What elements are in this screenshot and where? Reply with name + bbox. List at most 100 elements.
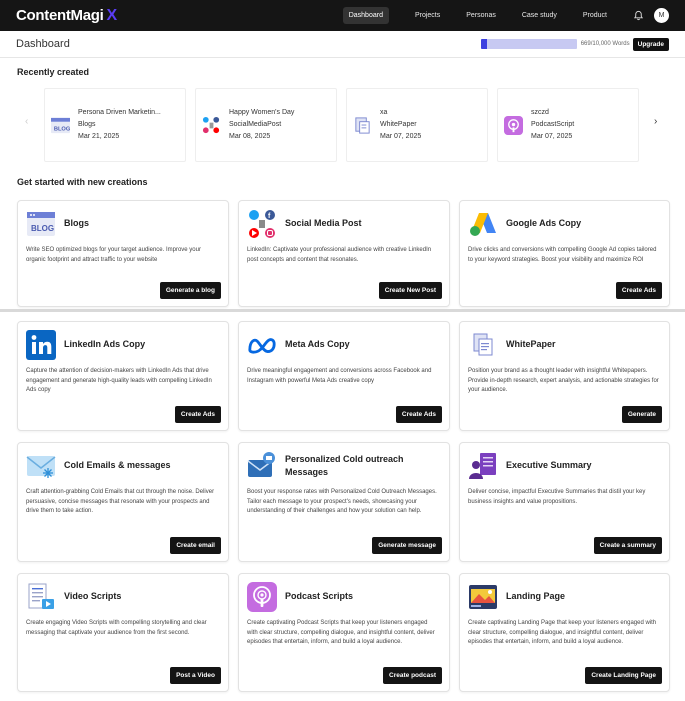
recent-item[interactable]: szczd PodcastScript Mar 07, 2025 — [497, 88, 639, 162]
creation-card-cold-emails[interactable]: Cold Emails & messages Craft attention-g… — [17, 442, 229, 562]
recent-item-type: Blogs — [78, 121, 96, 128]
card-description: Craft attention-grabbing Cold Emails tha… — [26, 489, 215, 514]
card-title: Podcast Scripts — [285, 591, 354, 601]
recent-item-name: Persona Driven Marketin... — [78, 109, 161, 116]
nav-dashboard[interactable]: Dashboard — [342, 7, 389, 24]
social-media-icon — [202, 116, 221, 135]
create-meta-ads-button[interactable]: Create Ads — [395, 406, 442, 423]
create-linkedin-ads-button[interactable]: Create Ads — [174, 406, 221, 423]
google-ads-icon — [468, 209, 498, 239]
card-description: Drive meaningful engagement and conversi… — [247, 368, 432, 384]
card-title: Cold Emails & messages — [64, 460, 171, 470]
nav-projects[interactable]: Projects — [415, 7, 440, 24]
creation-card-video-scripts[interactable]: Video Scripts Create engaging Video Scri… — [17, 573, 229, 692]
recent-item-date: Mar 21, 2025 — [78, 133, 120, 140]
create-post-button[interactable]: Create New Post — [378, 282, 442, 299]
recent-item[interactable]: Happy Women's Day SocialMediaPost Mar 08… — [195, 88, 337, 162]
recent-item-date: Mar 07, 2025 — [380, 133, 422, 140]
executive-summary-icon — [468, 451, 498, 481]
logo-x-mark: X — [106, 6, 118, 24]
recent-item-name: xa — [380, 109, 388, 116]
usage-progress-fill — [480, 39, 488, 49]
social-media-icon: f — [247, 209, 277, 239]
card-description: Create captivating Landing Page that kee… — [468, 620, 657, 645]
create-landing-page-button[interactable]: Create Landing Page — [585, 667, 662, 684]
creations-title: Get started with new creations — [17, 177, 148, 187]
meta-icon — [247, 330, 277, 360]
creation-card-cold-outreach[interactable]: Personalized Cold outreach Messages Boos… — [238, 442, 450, 562]
nav-case-study[interactable]: Case study — [522, 7, 557, 24]
blog-icon: BLOG — [51, 116, 70, 135]
card-title: Personalized Cold outreach Messages — [285, 454, 404, 477]
nav-product[interactable]: Product — [583, 7, 607, 24]
recent-carousel: ‹ BLOG Persona Driven Marketin... Blogs … — [17, 88, 669, 162]
upgrade-button[interactable]: Upgrade — [632, 37, 669, 51]
recent-item-date: Mar 07, 2025 — [531, 133, 573, 140]
avatar[interactable]: M — [654, 8, 669, 23]
card-description: Write SEO optimized blogs for your targe… — [26, 247, 201, 263]
creation-card-whitepaper[interactable]: WhitePaper Position your brand as a thou… — [459, 321, 670, 431]
create-email-button[interactable]: Create email — [170, 537, 221, 554]
cold-email-icon — [26, 451, 56, 481]
card-description: Create engaging Video Scripts with compe… — [26, 620, 207, 636]
podcast-icon — [504, 115, 523, 135]
creation-card-blogs[interactable]: BLOG Blogs Write SEO optimized blogs for… — [17, 200, 229, 307]
recent-item-type: WhitePaper — [380, 121, 417, 128]
word-usage: 669/10,000 Words Upgrade — [480, 37, 669, 51]
post-video-button[interactable]: Post a Video — [170, 667, 221, 684]
blog-icon: BLOG — [26, 209, 56, 239]
card-title: Meta Ads Copy — [285, 339, 350, 349]
card-description: Deliver concise, impactful Executive Sum… — [468, 489, 646, 505]
carousel-prev-icon[interactable]: ‹ — [25, 116, 28, 127]
recent-item-type: SocialMediaPost — [229, 121, 282, 128]
creation-card-linkedin-ads[interactable]: LinkedIn Ads Copy Capture the attention … — [17, 321, 229, 431]
logo[interactable]: ContentMagi X — [16, 7, 117, 25]
card-title: Social Media Post — [285, 218, 362, 228]
card-description: Drive clicks and conversions with compel… — [468, 247, 657, 263]
carousel-next-icon[interactable]: › — [654, 116, 657, 127]
create-summary-button[interactable]: Create a summary — [593, 537, 662, 554]
card-title: Landing Page — [506, 591, 566, 601]
divider — [0, 309, 685, 312]
generate-blog-button[interactable]: Generate a blog — [159, 282, 221, 299]
svg-text:BLOG: BLOG — [31, 224, 54, 233]
create-google-ads-button[interactable]: Create Ads — [615, 282, 662, 299]
usage-text: 669/10,000 Words — [580, 41, 630, 47]
recent-item-type: PodcastScript — [531, 121, 575, 128]
top-nav: ContentMagi X Dashboard Projects Persona… — [0, 0, 685, 31]
card-title: Video Scripts — [64, 591, 122, 601]
card-description: LinkedIn: Captivate your professional au… — [247, 247, 432, 263]
linkedin-icon — [26, 330, 56, 360]
whitepaper-icon — [353, 116, 372, 135]
landing-page-icon — [468, 582, 498, 612]
nav-personas[interactable]: Personas — [466, 7, 496, 24]
creation-card-social-media-post[interactable]: f Social Media Post LinkedIn: Captivate … — [238, 200, 450, 307]
podcast-icon — [247, 582, 277, 612]
creation-card-meta-ads[interactable]: Meta Ads Copy Drive meaningful engagemen… — [238, 321, 450, 431]
creation-card-podcast-scripts[interactable]: Podcast Scripts Create captivating Podca… — [238, 573, 450, 692]
generate-whitepaper-button[interactable]: Generate — [621, 406, 662, 423]
svg-text:BLOG: BLOG — [54, 126, 70, 132]
creation-card-google-ads[interactable]: Google Ads Copy Drive clicks and convers… — [459, 200, 670, 307]
bell-icon[interactable] — [633, 10, 644, 21]
card-title: LinkedIn Ads Copy — [64, 339, 146, 349]
recently-created-title: Recently created — [17, 67, 90, 77]
page-title: Dashboard — [16, 38, 70, 50]
recent-item-name: Happy Women's Day — [229, 109, 295, 116]
generate-message-button[interactable]: Generate message — [372, 537, 442, 554]
recent-item[interactable]: BLOG Persona Driven Marketin... Blogs Ma… — [44, 88, 186, 162]
whitepaper-icon — [468, 330, 498, 360]
card-title: WhitePaper — [506, 339, 556, 349]
recent-item[interactable]: xa WhitePaper Mar 07, 2025 — [346, 88, 488, 162]
card-title: Blogs — [64, 218, 90, 228]
page-header: Dashboard 669/10,000 Words Upgrade — [0, 31, 685, 58]
create-podcast-button[interactable]: Create podcast — [383, 667, 442, 684]
card-description: Position your brand as a thought leader … — [468, 368, 659, 393]
logo-text: ContentMagi — [16, 7, 104, 24]
creation-card-executive-summary[interactable]: Executive Summary Deliver concise, impac… — [459, 442, 670, 562]
outreach-icon — [247, 451, 277, 481]
card-description: Capture the attention of decision-makers… — [26, 368, 212, 393]
creation-card-landing-page[interactable]: Landing Page Create captivating Landing … — [459, 573, 670, 692]
recent-item-name: szczd — [531, 109, 549, 116]
usage-progress-bar — [480, 39, 577, 49]
